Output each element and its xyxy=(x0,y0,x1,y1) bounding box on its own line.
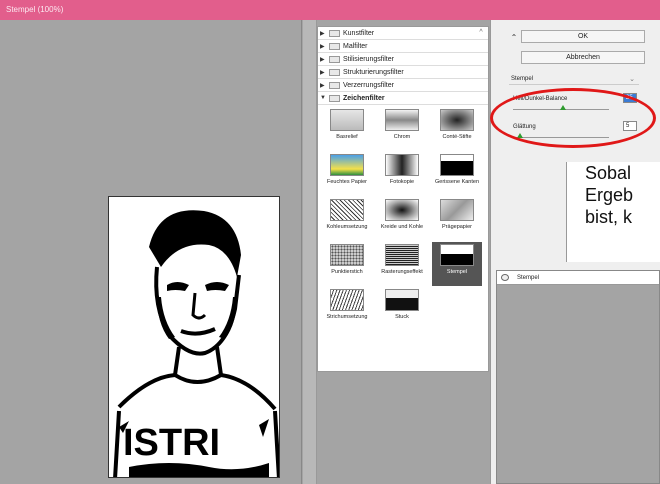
thumb-praegepapier[interactable]: Prägepapier xyxy=(432,199,482,239)
balance-value-field[interactable]: 25 xyxy=(623,93,637,103)
thumb-image xyxy=(385,289,419,311)
thumb-feuchtes-papier[interactable]: Feuchtes Papier xyxy=(322,154,372,194)
filter-group-stilisierungsfilter[interactable]: ▶ Stilisierungsfilter xyxy=(318,53,488,66)
chevron-down-icon: ⌄ xyxy=(629,76,635,83)
thumb-image xyxy=(440,109,474,131)
thumb-stuck[interactable]: Stuck xyxy=(377,289,427,329)
thumb-image xyxy=(330,289,364,311)
filter-group-kunstfilter[interactable]: ▶ Kunstfilter xyxy=(318,27,488,40)
filter-select[interactable]: Stempel ⌄ xyxy=(509,74,639,85)
effect-layer-row[interactable]: Stempel xyxy=(497,271,659,285)
smoothing-value-field[interactable]: 5 xyxy=(623,121,637,131)
preview-image: ISTRI xyxy=(108,196,280,478)
thumb-image xyxy=(385,109,419,131)
filter-group-zeichenfilter[interactable]: ▼ Zeichenfilter xyxy=(318,92,488,105)
window-titlebar: Stempel (100%) xyxy=(0,0,660,20)
expand-triangle-icon: ▶ xyxy=(320,82,325,89)
thumb-image xyxy=(385,199,419,221)
collapse-gallery-icon[interactable]: ⌃ xyxy=(509,33,519,43)
folder-icon xyxy=(329,68,340,76)
expand-triangle-icon: ▶ xyxy=(320,43,325,50)
annotation-textbox: Sobal Ergeb bist, k xyxy=(566,162,660,262)
filter-gallery: ^ ▶ Kunstfilter ▶ Malfilter ▶ Stilisieru… xyxy=(317,26,489,372)
thumb-image xyxy=(330,244,364,266)
smoothing-slider-handle[interactable] xyxy=(517,133,523,138)
thumb-image xyxy=(330,109,364,131)
expand-triangle-icon: ▶ xyxy=(320,69,325,76)
window-title: Stempel (100%) xyxy=(6,5,64,14)
folder-icon xyxy=(329,42,340,50)
thumb-image xyxy=(385,244,419,266)
eye-icon[interactable] xyxy=(501,274,509,281)
effect-layers-panel: Stempel xyxy=(496,270,660,484)
preview-area[interactable]: ISTRI xyxy=(0,20,302,484)
thumb-punktierstich[interactable]: Punktierstich xyxy=(322,244,372,284)
cancel-button[interactable]: Abbrechen xyxy=(521,51,645,64)
folder-open-icon xyxy=(329,94,340,102)
thumb-fotokopie[interactable]: Fotokopie xyxy=(377,154,427,194)
thumb-image xyxy=(330,154,364,176)
folder-icon xyxy=(329,81,340,89)
divider-strip xyxy=(303,20,317,484)
thumb-image xyxy=(330,199,364,221)
thumb-strichumsetzung[interactable]: Strichumsetzung xyxy=(322,289,372,329)
thumb-chrom[interactable]: Chrom xyxy=(377,109,427,149)
collapse-triangle-icon: ▼ xyxy=(320,95,326,101)
empty-panel xyxy=(317,372,489,484)
thumb-gerissene-kanten[interactable]: Gerissene Kanten xyxy=(432,154,482,194)
svg-text:ISTRI: ISTRI xyxy=(123,422,220,464)
scroll-up-icon[interactable]: ^ xyxy=(476,29,486,39)
thumb-conte-stifte[interactable]: Conté-Stifte xyxy=(432,109,482,149)
thumb-image xyxy=(440,199,474,221)
thumb-stempel[interactable]: Stempel xyxy=(432,242,482,286)
thumb-image xyxy=(385,154,419,176)
balance-slider-handle[interactable] xyxy=(560,105,566,110)
expand-triangle-icon: ▶ xyxy=(320,30,325,37)
thumb-kreide-und-kohle[interactable]: Kreide und Kohle xyxy=(377,199,427,239)
expand-triangle-icon: ▶ xyxy=(320,56,325,63)
ok-button[interactable]: OK xyxy=(521,30,645,43)
smoothing-slider[interactable] xyxy=(513,137,609,138)
thumb-image xyxy=(440,154,474,176)
folder-icon xyxy=(329,29,340,37)
smoothing-label: Glättung xyxy=(513,124,536,130)
thumb-basrelief[interactable]: Basrelief xyxy=(322,109,372,149)
thumb-image xyxy=(440,244,474,266)
filter-group-malfilter[interactable]: ▶ Malfilter xyxy=(318,40,488,53)
balance-label: Hell/Dunkel-Balance xyxy=(513,96,568,102)
thumb-rasterungseffekt[interactable]: Rasterungseffekt xyxy=(377,244,427,284)
filter-group-strukturierungsfilter[interactable]: ▶ Strukturierungsfilter xyxy=(318,66,488,79)
folder-icon xyxy=(329,55,340,63)
thumb-kohleumsetzung[interactable]: Kohleumsetzung xyxy=(322,199,372,239)
filter-group-verzerrungsfilter[interactable]: ▶ Verzerrungsfilter xyxy=(318,79,488,92)
